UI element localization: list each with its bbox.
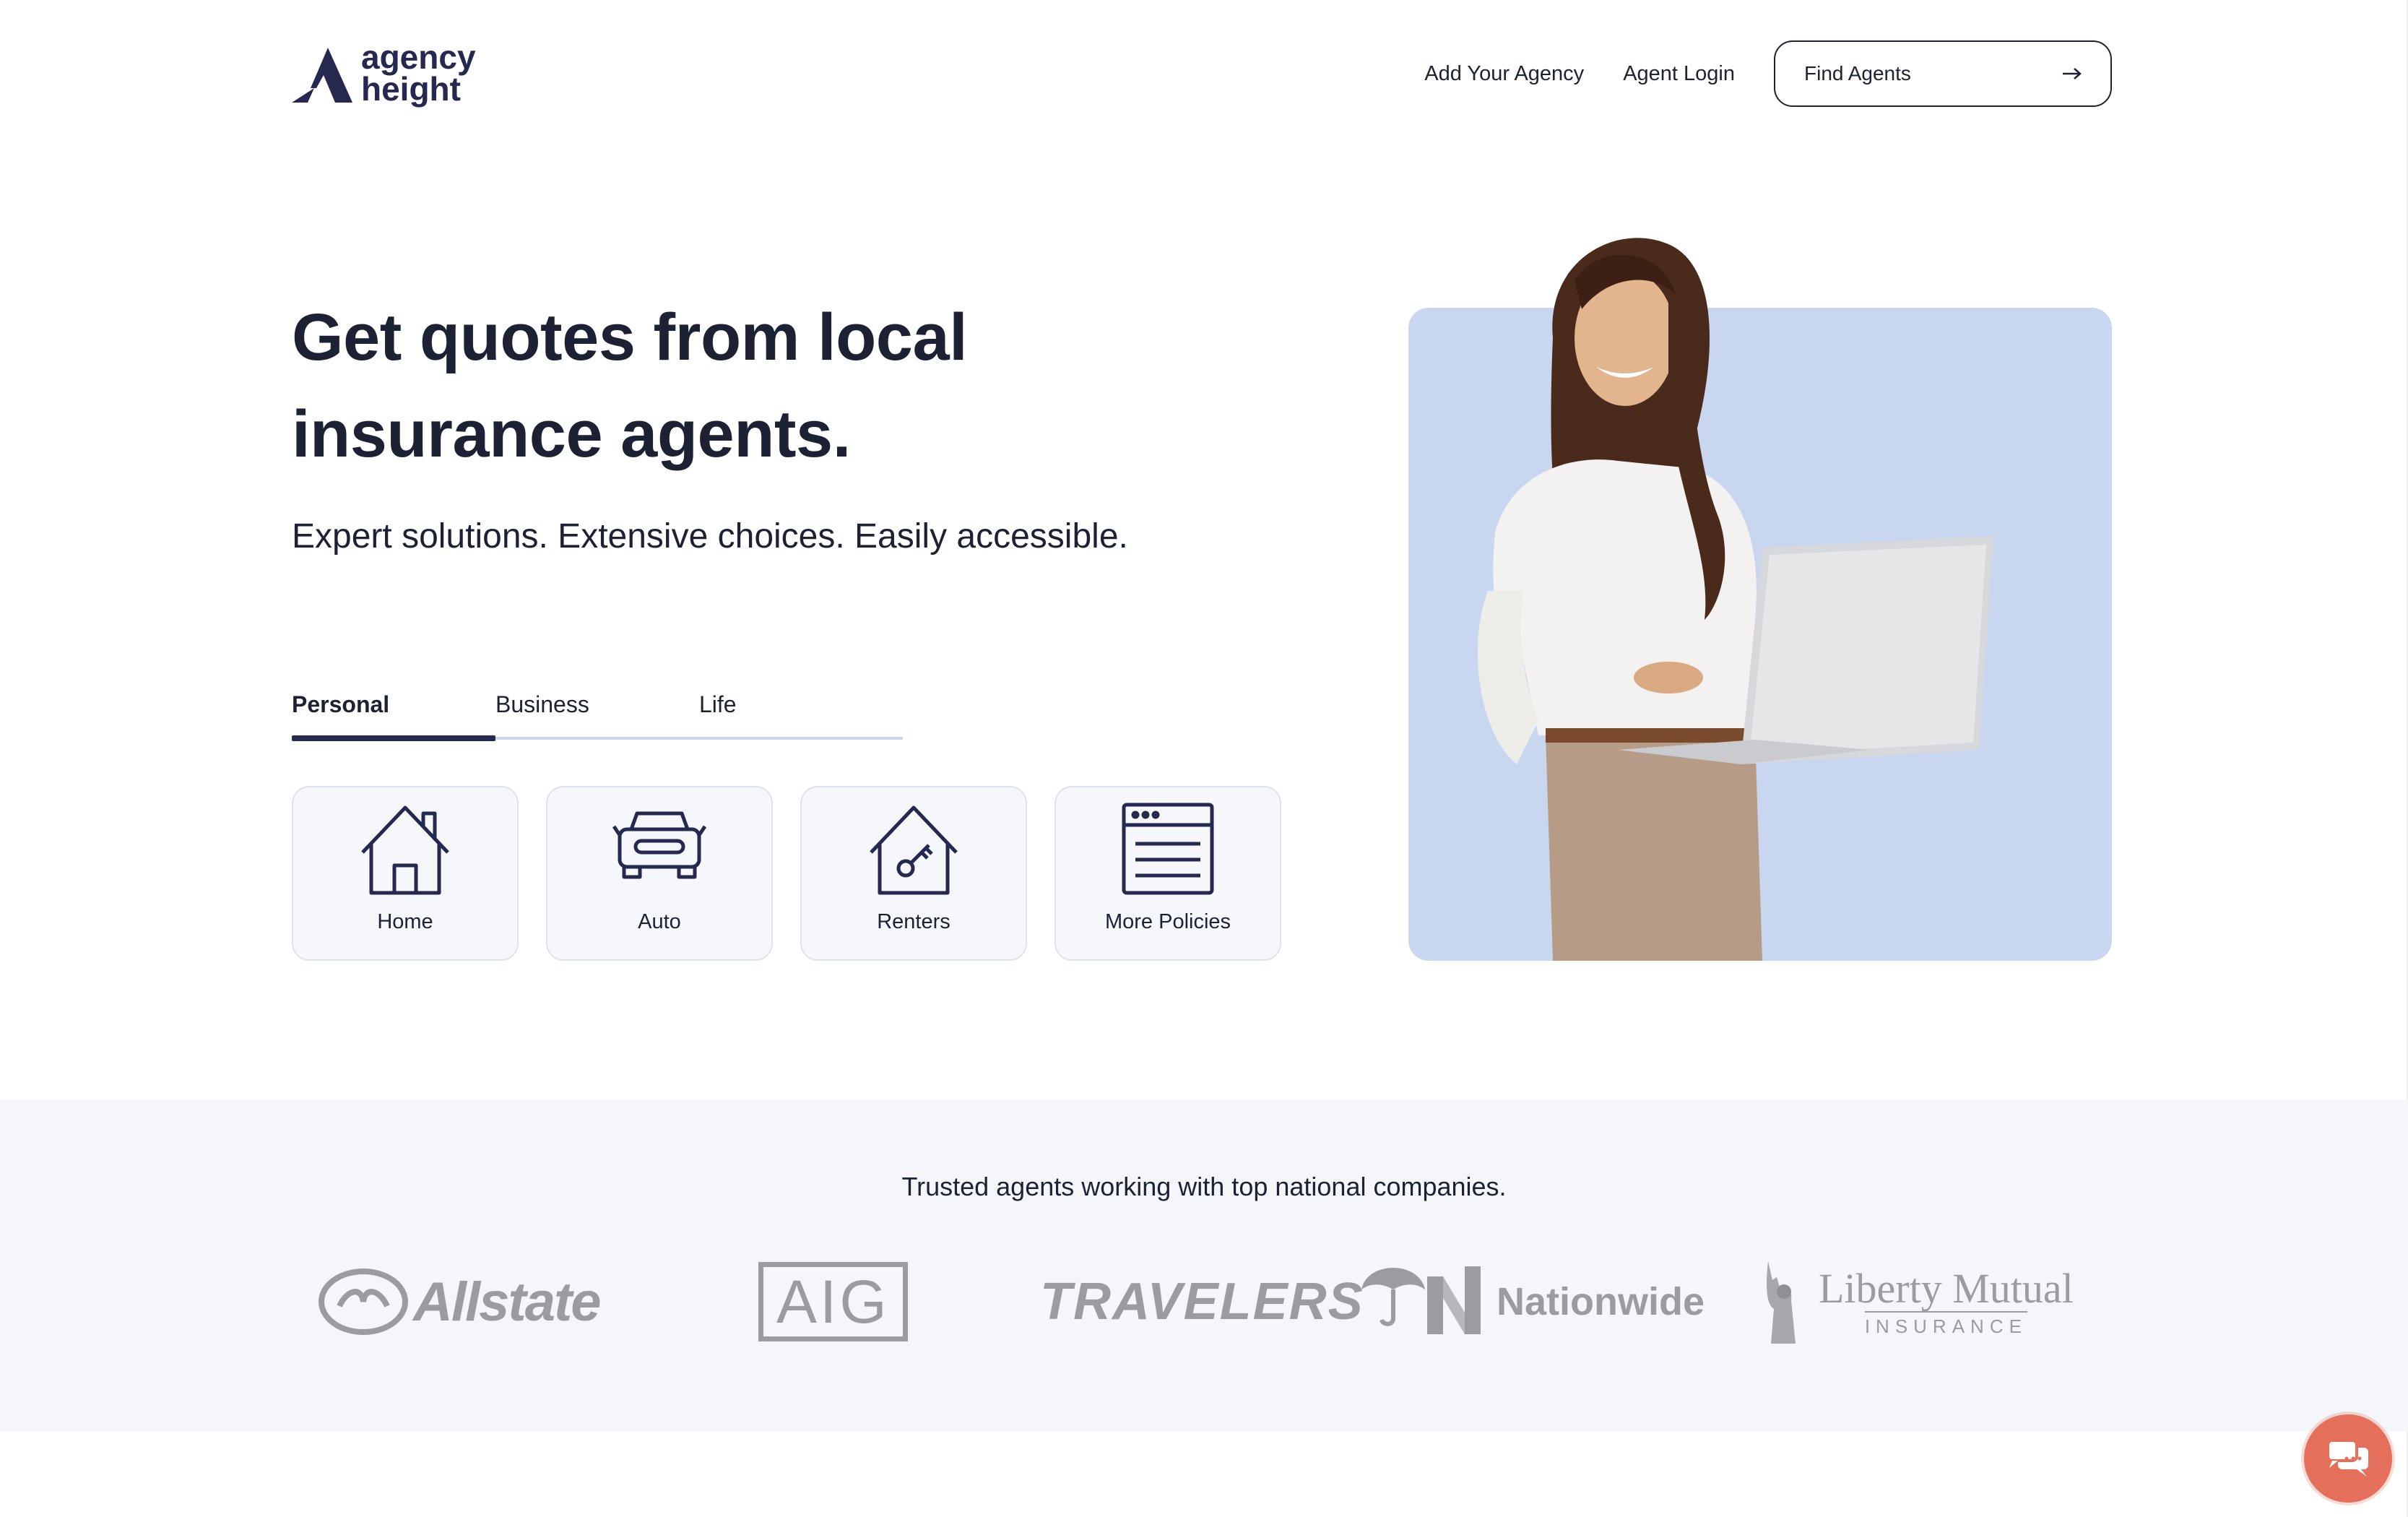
hero-headline: Get quotes from local insurance agents.	[292, 301, 968, 471]
policy-card-renters[interactable]: Renters	[800, 786, 1027, 961]
find-agents-label: Find Agents	[1804, 62, 1911, 85]
tab-business[interactable]: Business	[495, 679, 589, 730]
brand-name-line2: height	[361, 70, 461, 108]
logo-mark-icon	[292, 48, 352, 103]
house-key-icon	[870, 805, 958, 895]
document-list-icon	[1122, 803, 1214, 895]
tab-personal[interactable]: Personal	[292, 679, 389, 730]
site-header: agency height Add Your Agency Agent Logi…	[0, 0, 2408, 144]
trust-statement: Trusted agents working with top national…	[901, 1172, 1507, 1201]
car-icon	[612, 811, 707, 879]
allstate-logo: Allstate	[318, 1251, 602, 1352]
policy-card-label: Home	[377, 910, 433, 933]
allstate-hands-icon	[319, 1269, 408, 1335]
liberty-mutual-logo: Liberty Mutual INSURANCE	[1755, 1251, 2074, 1352]
brand-logo[interactable]: agency height	[292, 39, 476, 111]
policy-card-auto[interactable]: Auto	[546, 786, 773, 961]
find-agents-button[interactable]: Find Agents	[1774, 40, 2112, 107]
chat-widget-button[interactable]	[2304, 1414, 2392, 1503]
liberty-mutual-subtitle: INSURANCE	[1864, 1310, 2027, 1338]
liberty-mutual-wordmark: Liberty Mutual	[1819, 1264, 2074, 1312]
active-tab-indicator	[292, 735, 495, 741]
hero-subheadline: Expert solutions. Extensive choices. Eas…	[292, 517, 1128, 556]
nationwide-logo: Nationwide	[1423, 1251, 1705, 1352]
nav-link-agent-login[interactable]: Agent Login	[1623, 40, 1735, 107]
policy-cards: Home Auto Renters More Policies	[292, 786, 1309, 961]
policy-card-label: Auto	[638, 910, 681, 933]
travelers-wordmark: TRAVELERS	[1040, 1273, 1364, 1331]
umbrella-icon	[1361, 1268, 1425, 1326]
partner-logos: Allstate AIG TRAVELERS Nationwide Libert…	[303, 1251, 2109, 1352]
house-icon	[361, 805, 449, 895]
nav-link-add-agency[interactable]: Add Your Agency	[1424, 40, 1584, 107]
nationwide-eagle-icon	[1427, 1266, 1481, 1334]
travelers-logo: TRAVELERS	[1040, 1251, 1429, 1352]
policy-tabs: Personal Business Life	[292, 679, 903, 743]
aig-logo: AIG	[758, 1251, 908, 1352]
nationwide-wordmark: Nationwide	[1497, 1280, 1705, 1323]
main-nav: Add Your Agency Agent Login Find Agents	[1424, 40, 2112, 107]
chat-bubbles-icon	[2326, 1439, 2368, 1477]
woman-with-laptop-illustration	[1477, 238, 1993, 961]
aig-wordmark: AIG	[776, 1267, 890, 1336]
allstate-wordmark: Allstate	[413, 1271, 602, 1333]
statue-of-liberty-icon	[1767, 1261, 1796, 1344]
arrow-right-icon	[2063, 68, 2082, 79]
trusted-partners-section: Trusted agents working with top national…	[0, 1099, 2408, 1432]
policy-card-label: More Policies	[1104, 910, 1231, 933]
policy-card-home[interactable]: Home	[292, 786, 519, 961]
policy-card-more[interactable]: More Policies	[1054, 786, 1281, 961]
brand-name-line1: agency	[361, 38, 476, 76]
hero-image	[1408, 238, 2112, 961]
policy-card-label: Renters	[877, 910, 950, 933]
tab-life[interactable]: Life	[699, 679, 737, 730]
